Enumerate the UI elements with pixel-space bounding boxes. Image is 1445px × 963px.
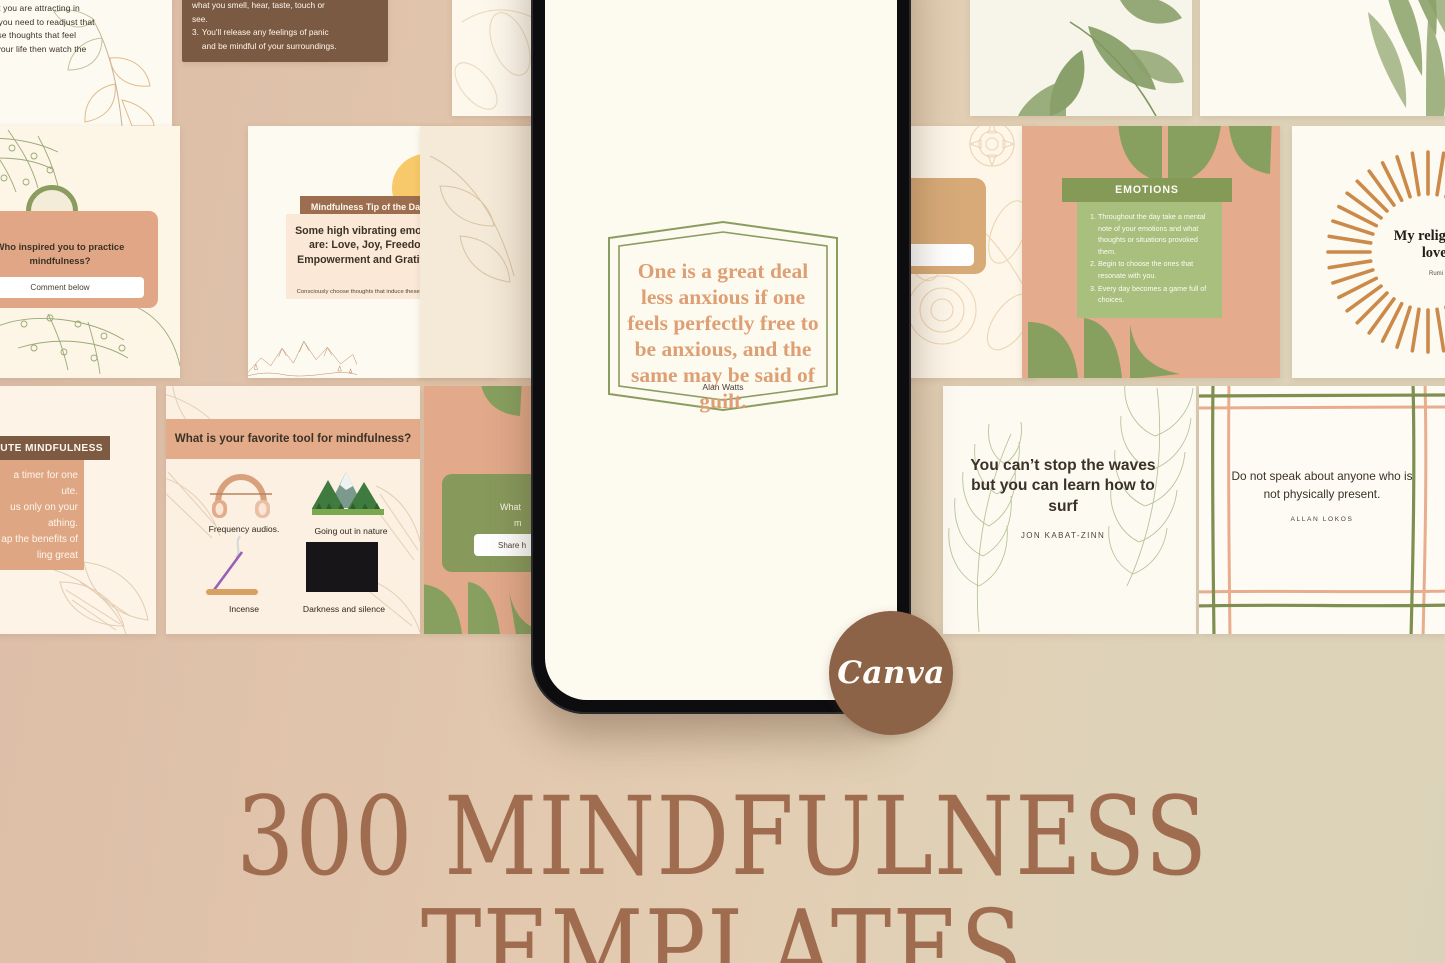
quote-text: My religion is love. (1393, 228, 1445, 262)
line: you want in your life then watch the (0, 43, 87, 54)
quote-text: Do not speak about anyone who is not phy… (1231, 469, 1413, 501)
one-minute-ribbon-text: NUTE MINDFULNESS (0, 442, 103, 454)
one-minute-body: a timer for one ute. us only on your ath… (0, 460, 84, 570)
card-body: store in the t-shirt section". Identify … (192, 0, 380, 53)
quote-author: JON KABAT-ZINN (1020, 531, 1106, 541)
emotions-title-text: EMOTIONS (1115, 184, 1179, 196)
quote-block: My religion is love. Rumi (1388, 228, 1445, 277)
tool-option-text: Going out in nature (314, 526, 388, 536)
list-item: Begin to choose the ones that resonate w… (1098, 258, 1214, 281)
tool-option-text: Frequency audios. (208, 524, 280, 534)
tool-question-text: What is your favorite tool for mindfulne… (174, 431, 412, 445)
card-allan-lokos-quote[interactable]: Do not speak about anyone who is not phy… (1199, 386, 1445, 634)
share-question-line-1: What (500, 502, 522, 512)
page-title-text: 300 MINDFULNESS TEMPLATES (236, 773, 1209, 963)
line: a timer for one (13, 470, 78, 481)
one-minute-ribbon: NUTE MINDFULNESS (0, 436, 110, 460)
line: You'll release any feelings of panic (201, 27, 329, 38)
mountain-icon (312, 472, 384, 515)
tool-option-label: Darkness and silence (288, 604, 400, 614)
question-text: Who inspired you to practice mindfulness… (0, 241, 125, 266)
card-grounding-exercise[interactable]: store in the t-shirt section". Identify … (182, 0, 388, 62)
tool-option-text: Darkness and silence (302, 604, 386, 614)
line: t, this is what you are attracting in (0, 3, 80, 13)
comment-input-value: Comment below (30, 283, 90, 292)
line: ap the benefits of (1, 534, 78, 545)
line: Simply choose thoughts that feel (0, 30, 77, 40)
quote-block: You can’t stop the waves but you can lea… (963, 456, 1163, 540)
palm-leaf-illustration (1368, 0, 1445, 116)
card-fasting-tips[interactable]: 2. A popular time is to eat only from 11… (1200, 0, 1445, 116)
emotions-body-panel: Throughout the day take a mental note of… (1077, 202, 1222, 318)
line: ute. (61, 486, 78, 497)
question-panel: Who inspired you to practice mindfulness… (0, 211, 158, 308)
headphones-icon (210, 473, 272, 518)
card-emotions[interactable]: EMOTIONS Throughout the day take a menta… (1022, 126, 1280, 378)
card-law-of-attraction[interactable]: t, this is what you are attracting in t … (0, 0, 172, 126)
quote-block: Do not speak about anyone who is not phy… (1223, 468, 1421, 523)
line: and be mindful of your surroundings. (201, 40, 337, 51)
card-kabat-zinn-quote[interactable]: You can’t stop the waves but you can lea… (943, 386, 1196, 634)
product-mockup-canvas: t, this is what you are attracting in t … (0, 0, 1445, 963)
page-title: 300 MINDFULNESS TEMPLATES (11, 780, 1434, 963)
comment-input[interactable]: Comment below (0, 277, 144, 298)
list-number: 3. (192, 27, 199, 38)
canva-badge-label: Canva (837, 655, 945, 691)
quote-author: Rumi (1428, 270, 1443, 277)
share-input-value: Share h (498, 540, 527, 550)
tool-option-text: Incense (228, 604, 260, 614)
quote-author: ALLAN LOKOS (1290, 516, 1354, 524)
card-who-inspired-you[interactable]: Who inspired you to practice mindfulness… (0, 126, 180, 378)
quote-text: You can’t stop the waves but you can lea… (970, 457, 1156, 515)
eucalyptus-illustration (1018, 0, 1184, 116)
card-favorite-tool[interactable]: What is your favorite tool for mindfulne… (166, 386, 420, 634)
quote-frame: One is a great deal less anxious if one … (603, 216, 843, 416)
line: see. (192, 13, 208, 24)
card-rumi-quote[interactable]: My religion is love. Rumi (1292, 126, 1445, 378)
list-item: Throughout the day take a mental note of… (1098, 211, 1214, 257)
list-item: Every day becomes a game full of choices… (1098, 283, 1214, 306)
line: what you smell, hear, taste, touch or (192, 0, 325, 11)
tool-option-label: Incense (194, 604, 294, 614)
tool-question-ribbon: What is your favorite tool for mindfulne… (166, 419, 420, 459)
card-partial-share-prompt[interactable]: What m Share h (424, 386, 540, 634)
card-daily-reminder[interactable]: today? Reminder. (970, 0, 1192, 116)
line: f it. (0, 56, 166, 70)
line: t moment. If you need to readjust that (0, 16, 95, 27)
list-text: You'll release any feelings of panic and… (202, 26, 337, 53)
line: athing. (47, 518, 78, 529)
phone-mockup: One is a great deal less anxious if one … (531, 0, 911, 714)
card-body: t, this is what you are attracting in t … (0, 2, 166, 70)
incense-icon (206, 535, 258, 595)
emotions-title: EMOTIONS (1062, 178, 1232, 202)
phone-screen[interactable]: One is a great deal less anxious if one … (545, 0, 897, 700)
line: ling great (36, 550, 78, 561)
tip-ribbon-text: Mindfulness Tip of the Day (310, 202, 426, 212)
darkness-icon (306, 542, 378, 592)
leaf-illustration (429, 155, 515, 283)
share-panel: What m Share h (442, 474, 540, 572)
phone-quote-author: Alan Watts (702, 382, 744, 392)
canva-badge[interactable]: Canva (829, 611, 953, 735)
tool-option-label: Frequency audios. (184, 524, 304, 534)
tool-option-label: Going out in nature (296, 526, 406, 536)
line: us only on your (10, 502, 78, 513)
share-question-line-2: m (514, 518, 522, 528)
card-partial-left-of-phone[interactable] (420, 126, 540, 378)
card-one-minute-mindfulness[interactable]: NUTE MINDFULNESS a timer for one ute. us… (0, 386, 156, 634)
